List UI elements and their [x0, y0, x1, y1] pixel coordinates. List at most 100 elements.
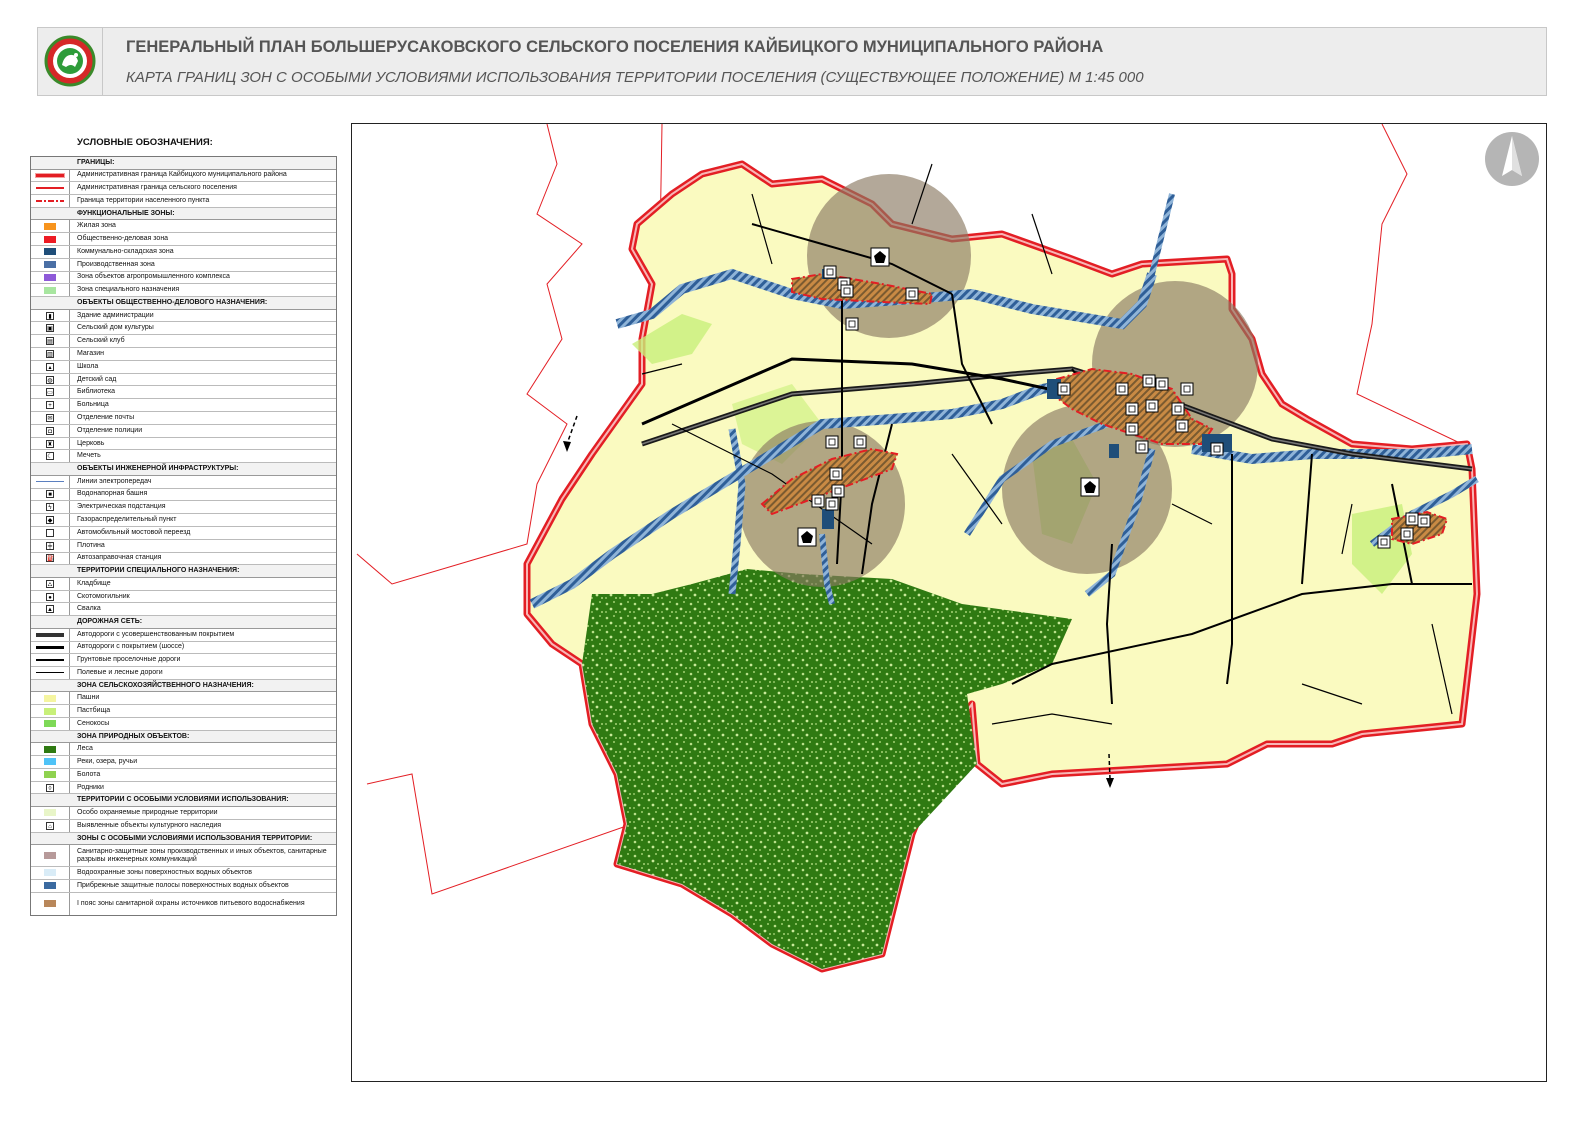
legend-symbol-icon: ♜	[46, 439, 54, 448]
legend-color-box	[44, 809, 56, 817]
legend-row: Водоохранные зоны поверхностных водных о…	[31, 867, 336, 880]
legend-label: Зона объектов агропромышленного комплекс…	[77, 273, 230, 281]
legend-row: Болота	[31, 768, 336, 782]
legend-swatch: +	[31, 399, 70, 412]
legend-color-box	[44, 248, 56, 256]
legend-title: УСЛОВНЫЕ ОБОЗНАЧЕНИЯ:	[77, 137, 213, 148]
legend-row: ▤ Сельский клуб	[31, 335, 336, 349]
legend-symbol-icon: ϟ	[46, 503, 54, 512]
tatarstan-emblem-icon	[44, 35, 96, 87]
district-boundary-south	[366, 773, 633, 895]
plan-title: ГЕНЕРАЛЬНЫЙ ПЛАН БОЛЬШЕРУСАКОВСКОГО СЕЛЬ…	[126, 38, 1104, 56]
legend-symbol-icon: ⛼	[46, 579, 54, 588]
facility-icon	[1142, 374, 1156, 388]
legend-row: Административная граница Кайбицкого муни…	[31, 169, 336, 183]
legend-line-sample	[36, 672, 64, 674]
legend-line-sample	[36, 645, 64, 649]
legend-label: Административная граница Кайбицкого муни…	[77, 171, 287, 179]
legend-swatch	[31, 284, 70, 297]
legend-swatch	[31, 667, 70, 679]
legend-symbol-icon: ◊	[46, 783, 54, 792]
legend-row: Реки, озера, ручьи	[31, 756, 336, 769]
legend-row: Зона объектов агропромышленного комплекс…	[31, 271, 336, 285]
legend-row: Автодороги с покрытием (шоссе)	[31, 641, 336, 655]
legend-swatch: ✉	[31, 412, 70, 424]
legend-color-box	[44, 900, 56, 908]
legend-row: I пояс зоны санитарной охраны источников…	[31, 892, 336, 915]
legend-label: Зона специального назначения	[77, 286, 180, 294]
legend-label: Водоохранные зоны поверхностных водных о…	[77, 868, 252, 876]
legend-symbol-icon: ▣	[46, 324, 54, 333]
legend-label: Прибрежные защитные полосы поверхностных…	[77, 881, 289, 889]
legend-section-header: ДОРОЖНАЯ СЕТЬ:	[31, 616, 336, 629]
legend-swatch	[31, 879, 70, 892]
legend-row: ◆ Газораспределительный пункт	[31, 514, 336, 527]
legend-line-sample	[36, 199, 64, 202]
legend-label: Свалка	[77, 605, 101, 613]
legend-row: Автодороги с усовершенствованным покрыти…	[31, 628, 336, 642]
legend-row: ⛽ Автозаправочная станция	[31, 552, 336, 566]
facility-icon	[1377, 535, 1391, 549]
legend-color-box	[44, 869, 56, 877]
legend-swatch: ╪	[31, 539, 70, 552]
legend-swatch	[31, 475, 70, 488]
legend-symbol-icon: ╪	[46, 541, 54, 550]
legend-row: Особо охраняемые природные территории	[31, 806, 336, 820]
legend-label: Водонапорная башня	[77, 490, 148, 498]
legend-row: Леса	[31, 743, 336, 757]
legend-label: Автодороги с покрытием (шоссе)	[77, 643, 185, 651]
legend-symbol-icon	[46, 528, 54, 537]
legend-label: Грунтовые проселочные дороги	[77, 656, 181, 664]
legend-line-sample	[36, 187, 64, 190]
facility-icon	[811, 494, 825, 508]
legend-swatch	[31, 717, 70, 730]
legend-section-header: ГРАНИЦЫ:	[31, 157, 336, 170]
legend-label: Особо охраняемые природные территории	[77, 808, 218, 816]
facility-icon	[829, 467, 843, 481]
legend-swatch	[31, 806, 70, 819]
legend-row: ● Скотомогильник	[31, 590, 336, 604]
legend-color-box	[44, 771, 56, 779]
legend-label: Санитарно-защитные зоны производственных…	[77, 847, 327, 863]
legend-label: Леса	[77, 745, 93, 753]
legend-line-sample	[36, 659, 64, 662]
legend-row: Жилая зона	[31, 220, 336, 234]
legend-swatch: ϟ	[31, 501, 70, 514]
legend-swatch	[31, 867, 70, 879]
legend-section-header: ОБЪЕКТЫ ИНЖЕНЕРНОЙ ИНФРАСТРУКТУРЫ:	[31, 463, 336, 476]
legend-swatch	[31, 705, 70, 717]
legend-row: Граница территории населенного пункта	[31, 195, 336, 208]
facility-icon	[1125, 402, 1139, 416]
legend-label: Сенокосы	[77, 719, 110, 727]
legend-symbol-icon: ◘	[46, 426, 54, 435]
legend-label: Сельский дом культуры	[77, 324, 154, 332]
facility-icon	[1400, 527, 1414, 541]
legend-row: ϟ Электрическая подстанция	[31, 501, 336, 515]
legend-symbol-icon: ▭	[46, 388, 54, 397]
legend-row: Производственная зона	[31, 258, 336, 272]
legend-label: Граница территории населенного пункта	[77, 196, 210, 204]
legend-label: Церковь	[77, 439, 105, 447]
legend-label: Детский сад	[77, 375, 117, 383]
legend-label: Выявленные объекты культурного наследия	[77, 821, 222, 829]
legend-row: ▭ Библиотека	[31, 386, 336, 400]
map-subtitle: КАРТА ГРАНИЦ ЗОН С ОСОБЫМИ УСЛОВИЯМИ ИСП…	[126, 69, 1144, 86]
legend-label: Автозаправочная станция	[77, 554, 162, 562]
legend-color-box	[44, 694, 56, 702]
legend-row: ╪ Плотина	[31, 539, 336, 553]
legend-label: Отделение полиции	[77, 426, 143, 434]
legend-label: Плотина	[77, 541, 105, 549]
legend-row: ▣ Сельский дом культуры	[31, 322, 336, 336]
legend-label: Школа	[77, 362, 99, 370]
legend-swatch: ☾	[31, 450, 70, 463]
legend-section-header: ТЕРРИТОРИИ СПЕЦИАЛЬНОГО НАЗНАЧЕНИЯ:	[31, 565, 336, 578]
legend-swatch: ▮	[31, 309, 70, 322]
legend-label: Магазин	[77, 349, 105, 357]
legend-label: Автомобильный мостовой переезд	[77, 528, 191, 536]
legend-label: Пастбища	[77, 707, 111, 715]
legend-row: ⌂ Выявленные объекты культурного наследия	[31, 819, 336, 833]
legend-swatch	[31, 768, 70, 781]
legend-swatch: ◆	[31, 514, 70, 526]
legend-label: Кладбище	[77, 579, 111, 587]
direction-arrow-west-icon	[563, 415, 578, 452]
